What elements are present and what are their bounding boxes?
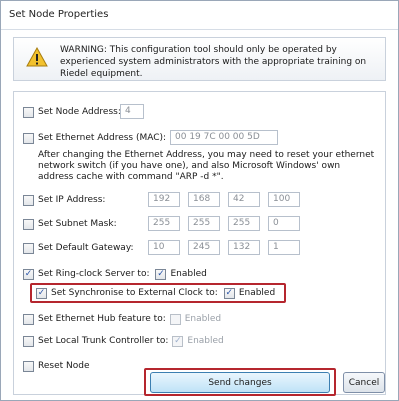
hub-enabled-label: Enabled	[184, 314, 222, 324]
mac-note: After changing the Ethernet Address, you…	[38, 150, 375, 182]
hub-enabled-checkbox[interactable]	[169, 313, 181, 325]
ip-octet-1[interactable]: 192	[148, 192, 180, 207]
reset-row: Reset Node	[23, 358, 90, 374]
gateway-octet-3[interactable]: 132	[228, 240, 260, 255]
node-address-label: Set Node Address:	[38, 107, 121, 117]
ring-clock-row: Set Ring-clock Server to: Enabled	[23, 266, 207, 282]
node-address-field[interactable]: 4	[120, 104, 144, 119]
window-title: Set Node Properties	[9, 9, 109, 20]
node-address-row: Set Node Address:	[23, 104, 121, 120]
send-changes-button[interactable]: Send changes	[150, 372, 330, 393]
sync-clock-enabled-checkbox[interactable]	[223, 287, 235, 299]
ip-row: Set IP Address:	[23, 192, 105, 208]
gateway-checkbox[interactable]	[23, 242, 34, 254]
subnet-row: Set Subnet Mask:	[23, 216, 117, 232]
warning-panel: WARNING: This configuration tool should …	[13, 37, 386, 81]
warning-text: WARNING: This configuration tool should …	[60, 45, 367, 79]
sync-clock-checkbox[interactable]	[36, 287, 47, 299]
reset-node-label: Reset Node	[38, 361, 90, 371]
hub-row: Set Ethernet Hub feature to: Enabled	[23, 311, 221, 327]
mac-label: Set Ethernet Address (MAC):	[38, 133, 167, 143]
mac-row: Set Ethernet Address (MAC):	[23, 130, 166, 146]
ip-octet-3[interactable]: 42	[228, 192, 260, 207]
settings-panel: Set Node Address: 4 Set Ethernet Address…	[13, 91, 386, 396]
sync-clock-label: Set Synchronise to External Clock to:	[51, 288, 218, 298]
hub-label: Set Ethernet Hub feature to:	[38, 314, 166, 324]
ring-clock-enabled-label: Enabled	[170, 269, 207, 279]
ring-clock-enabled-checkbox[interactable]	[155, 268, 167, 280]
ip-label: Set IP Address:	[38, 195, 106, 205]
gateway-row: Set Default Gateway:	[23, 240, 134, 256]
subnet-octet-4[interactable]: 0	[268, 216, 300, 231]
cancel-button[interactable]: Cancel	[343, 372, 385, 393]
mac-checkbox[interactable]	[23, 132, 34, 144]
title-bar: Set Node Properties	[1, 1, 398, 30]
ip-octet-2[interactable]: 168	[188, 192, 220, 207]
ip-checkbox[interactable]	[23, 194, 34, 206]
sync-clock-row: Set Synchronise to External Clock to: En…	[36, 285, 275, 301]
gateway-octet-1[interactable]: 10	[148, 240, 180, 255]
subnet-checkbox[interactable]	[23, 218, 34, 230]
gateway-label: Set Default Gateway:	[38, 243, 134, 253]
ip-octet-4[interactable]: 100	[268, 192, 300, 207]
sync-clock-enabled-label: Enabled	[238, 288, 276, 298]
subnet-label: Set Subnet Mask:	[38, 219, 117, 229]
hub-checkbox[interactable]	[23, 313, 34, 325]
ring-clock-checkbox[interactable]	[23, 268, 34, 280]
trunk-checkbox[interactable]	[23, 335, 34, 347]
trunk-enabled-label: Enabled	[187, 336, 224, 346]
gateway-octet-4[interactable]: 1	[268, 240, 300, 255]
warning-triangle-icon	[26, 47, 48, 67]
mac-field[interactable]: 00 19 7C 00 00 5D	[170, 130, 278, 145]
trunk-enabled-checkbox[interactable]	[172, 335, 184, 347]
subnet-octet-2[interactable]: 255	[188, 216, 220, 231]
subnet-octet-1[interactable]: 255	[148, 216, 180, 231]
node-address-checkbox[interactable]	[23, 106, 34, 118]
gateway-octet-2[interactable]: 245	[188, 240, 220, 255]
subnet-octet-3[interactable]: 255	[228, 216, 260, 231]
trunk-label: Set Local Trunk Controller to:	[38, 336, 169, 346]
trunk-row: Set Local Trunk Controller to: Enabled	[23, 333, 224, 349]
set-node-properties-dialog: Set Node Properties WARNING: This config…	[0, 0, 399, 401]
ring-clock-label: Set Ring-clock Server to:	[38, 269, 150, 279]
reset-node-checkbox[interactable]	[23, 360, 34, 372]
